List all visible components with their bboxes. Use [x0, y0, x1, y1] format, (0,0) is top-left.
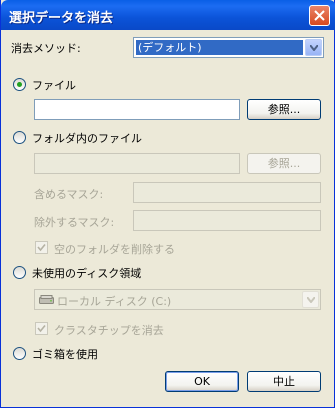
drive-selected-value: ローカル ディスク (C:) — [57, 295, 172, 308]
delete-empty-folders-label: 空のフォルダを削除する — [54, 243, 175, 256]
method-label: 消去メソッド: — [11, 42, 81, 55]
recycle-bin-option-label: ゴミ箱を使用 — [32, 348, 98, 361]
folder-browse-button[interactable]: 参照... — [247, 153, 321, 174]
folder-path-input[interactable] — [34, 153, 240, 174]
file-radio[interactable] — [13, 78, 26, 91]
include-mask-label: 含めるマスク: — [34, 188, 104, 201]
file-option-label: ファイル — [32, 79, 76, 92]
ok-button[interactable]: OK — [165, 371, 239, 392]
dialog-window: 選択データを消去 消去メソッド: (デフォルト) ファイル 参照... フォルダ… — [0, 0, 335, 408]
dropdown-arrow-icon[interactable] — [305, 39, 322, 56]
drive-icon — [39, 295, 54, 304]
method-selected-value: (デフォルト) — [136, 40, 303, 55]
free-space-option-label: 未使用のディスク領域 — [32, 267, 142, 280]
close-icon — [314, 10, 325, 21]
window-title: 選択データを消去 — [9, 11, 114, 26]
free-space-radio[interactable] — [13, 266, 26, 279]
exclude-mask-label: 除外するマスク: — [34, 216, 115, 229]
file-path-input[interactable] — [34, 99, 240, 120]
close-button[interactable] — [309, 5, 330, 26]
exclude-mask-input[interactable] — [133, 210, 321, 231]
folder-radio[interactable] — [13, 131, 26, 144]
recycle-bin-radio[interactable] — [13, 347, 26, 360]
title-bar[interactable]: 選択データを消去 — [1, 0, 335, 30]
cancel-button[interactable]: 中止 — [247, 371, 321, 392]
file-browse-button[interactable]: 参照... — [247, 99, 321, 120]
delete-empty-folders-checkbox[interactable] — [35, 241, 48, 254]
drive-select[interactable]: ローカル ディスク (C:) — [34, 289, 321, 310]
include-mask-input[interactable] — [133, 182, 321, 203]
cluster-tips-label: クラスタチップを消去 — [54, 324, 164, 337]
cluster-tips-checkbox[interactable] — [35, 322, 48, 335]
method-select[interactable]: (デフォルト) — [133, 37, 324, 58]
drive-dropdown-arrow-icon[interactable] — [302, 291, 319, 308]
folder-option-label: フォルダ内のファイル — [32, 132, 142, 145]
checkmark-icon — [37, 243, 46, 252]
checkmark-icon — [37, 324, 46, 333]
